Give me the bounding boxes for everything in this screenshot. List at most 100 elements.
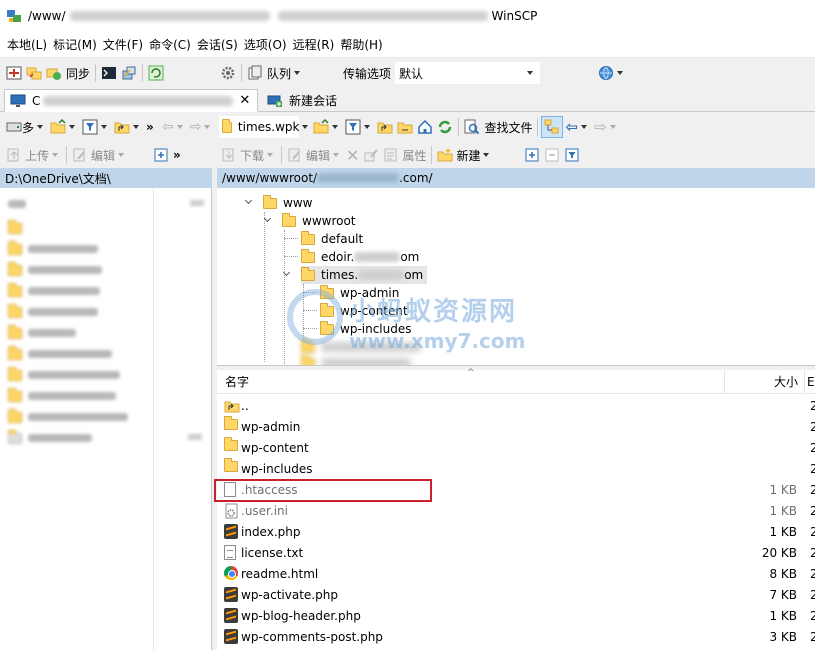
table-row[interactable]: wp-admin 2 xyxy=(217,416,815,437)
list-item[interactable] xyxy=(8,196,26,212)
remote-home-button[interactable] xyxy=(415,116,435,138)
remote-refresh-button[interactable] xyxy=(435,116,455,138)
unselect-button[interactable] xyxy=(542,144,562,166)
remote-root-dir-button[interactable] xyxy=(395,116,415,138)
menu-local[interactable]: 本地(L) xyxy=(4,36,50,53)
column-header-size-label: 大小 xyxy=(773,375,798,389)
local-file-panel[interactable] xyxy=(0,188,212,650)
local-new-button[interactable] xyxy=(151,144,171,166)
compare-dirs-button[interactable] xyxy=(4,62,24,84)
list-item[interactable] xyxy=(8,282,100,299)
list-item[interactable] xyxy=(8,240,98,257)
column-header-changed[interactable]: E xyxy=(807,370,815,394)
list-item[interactable] xyxy=(8,219,22,236)
local-edit-button[interactable]: 编辑 xyxy=(70,144,129,166)
tree-toggle-button[interactable] xyxy=(541,116,564,138)
table-row[interactable]: wp-includes 2 xyxy=(217,458,815,479)
table-row[interactable]: wp-blog-header.php 1 KB 2 xyxy=(217,605,815,626)
table-row[interactable]: readme.html 8 KB 2 xyxy=(217,563,815,584)
local-toolbar-overflow[interactable]: » xyxy=(144,116,156,138)
select-all-button[interactable] xyxy=(522,144,542,166)
menu-session[interactable]: 会话(S) xyxy=(194,36,241,53)
queue-button[interactable]: 队列 xyxy=(245,62,305,84)
rename-button[interactable] xyxy=(361,144,381,166)
remote-filter-button[interactable] xyxy=(343,116,375,138)
filter-select-button[interactable] xyxy=(562,144,582,166)
download-button[interactable]: 下载 xyxy=(219,144,278,166)
tree-node-label-suffix: om xyxy=(400,250,420,264)
tree-node-edoir[interactable]: edoir. om xyxy=(301,248,419,266)
local-parent-dir-button[interactable] xyxy=(112,116,144,138)
tab-new-session[interactable]: 新建会话 xyxy=(262,89,342,112)
remote-open-folder-button[interactable] xyxy=(311,116,343,138)
list-item[interactable] xyxy=(8,387,116,404)
list-item[interactable] xyxy=(8,366,120,383)
column-header-size[interactable]: 大小 xyxy=(725,370,805,394)
tree-node-wp-includes[interactable]: wp-includes xyxy=(320,320,412,338)
table-row[interactable]: wp-content 2 xyxy=(217,437,815,458)
table-row[interactable]: index.php 1 KB 2 xyxy=(217,521,815,542)
forward-button[interactable]: ⇨ xyxy=(188,116,216,138)
remote-file-list[interactable]: ^ 名字 大小 E .. 2 wp-admin 2 wp-content 2 w… xyxy=(217,368,815,650)
column-header-name[interactable]: 名字 xyxy=(217,370,725,394)
file-name: index.php xyxy=(241,524,301,539)
remote-directory-tree[interactable]: www wwwroot default edoir. om times. om … xyxy=(217,188,815,366)
list-item[interactable] xyxy=(8,429,92,446)
remote-forward-button[interactable]: ⇨ xyxy=(592,116,621,138)
sync-browse-button[interactable] xyxy=(24,62,44,84)
remote-path-combo[interactable]: times.wpk xyxy=(219,116,300,138)
tree-collapse-icon[interactable] xyxy=(245,198,253,206)
tree-node-wp-content[interactable]: wp-content xyxy=(320,302,408,320)
menu-file[interactable]: 文件(F) xyxy=(100,36,146,53)
tree-node-www[interactable]: www xyxy=(263,194,312,212)
tree-node-default[interactable]: default xyxy=(301,230,363,248)
preferences-button[interactable] xyxy=(218,62,238,84)
new-button[interactable]: 新建 xyxy=(435,144,494,166)
text-file-icon xyxy=(224,545,236,560)
putty-button[interactable] xyxy=(119,62,139,84)
table-row-parent[interactable]: .. 2 xyxy=(217,395,815,416)
upload-button[interactable]: 上传 xyxy=(4,144,63,166)
tree-node-wwwroot[interactable]: wwwroot xyxy=(282,212,356,230)
remote-edit-button[interactable]: 编辑 xyxy=(285,144,344,166)
back-button[interactable]: ⇦ xyxy=(160,116,188,138)
global-settings-button[interactable] xyxy=(596,62,628,84)
tree-node-label: wp-admin xyxy=(340,286,400,300)
table-row[interactable]: license.txt 20 KB 2 xyxy=(217,542,815,563)
table-row[interactable]: wp-comments-post.php 3 KB 2 xyxy=(217,626,815,647)
properties-button[interactable]: 属性 xyxy=(381,144,428,166)
menu-commands[interactable]: 命令(C) xyxy=(146,36,194,53)
local-toolbar-overflow-2[interactable]: » xyxy=(171,144,183,166)
list-item[interactable] xyxy=(8,261,102,278)
menu-options[interactable]: 选项(O) xyxy=(241,36,290,53)
delete-button[interactable]: ✕ xyxy=(344,144,361,166)
chevron-down-icon xyxy=(37,125,44,129)
menu-help[interactable]: 帮助(H) xyxy=(337,36,385,53)
sync-button[interactable]: 同步 xyxy=(44,62,92,84)
list-item[interactable] xyxy=(8,324,76,341)
menu-remote[interactable]: 远程(R) xyxy=(290,36,338,53)
tree-collapse-icon[interactable] xyxy=(264,216,272,224)
chevron-down-icon[interactable] xyxy=(302,125,309,129)
keepup-button[interactable] xyxy=(146,62,166,84)
tree-node-times[interactable]: times. om xyxy=(301,266,428,284)
menu-mark[interactable]: 标记(M) xyxy=(50,36,100,53)
tree-node-blurred[interactable] xyxy=(301,354,411,365)
find-files-button[interactable]: 查找文件 xyxy=(462,116,534,138)
console-button[interactable] xyxy=(99,62,119,84)
list-item[interactable] xyxy=(8,303,98,320)
list-item[interactable] xyxy=(8,408,128,425)
local-path-combo[interactable]: 多 xyxy=(4,116,48,138)
tab-current-session[interactable]: C ✕ xyxy=(4,89,258,112)
tree-collapse-icon[interactable] xyxy=(283,270,291,278)
close-icon[interactable]: ✕ xyxy=(239,93,250,108)
tree-node-wp-admin[interactable]: wp-admin xyxy=(320,284,399,302)
transfer-options-select[interactable]: 默认 xyxy=(395,62,541,84)
local-open-folder-button[interactable] xyxy=(48,116,80,138)
local-filter-button[interactable] xyxy=(80,116,112,138)
remote-parent-dir-button[interactable] xyxy=(375,116,395,138)
table-row[interactable]: wp-activate.php 7 KB 2 xyxy=(217,584,815,605)
list-item[interactable] xyxy=(8,345,112,362)
remote-back-button[interactable]: ⇦ xyxy=(563,116,592,138)
table-row[interactable]: .user.ini 1 KB 2 xyxy=(217,500,815,521)
